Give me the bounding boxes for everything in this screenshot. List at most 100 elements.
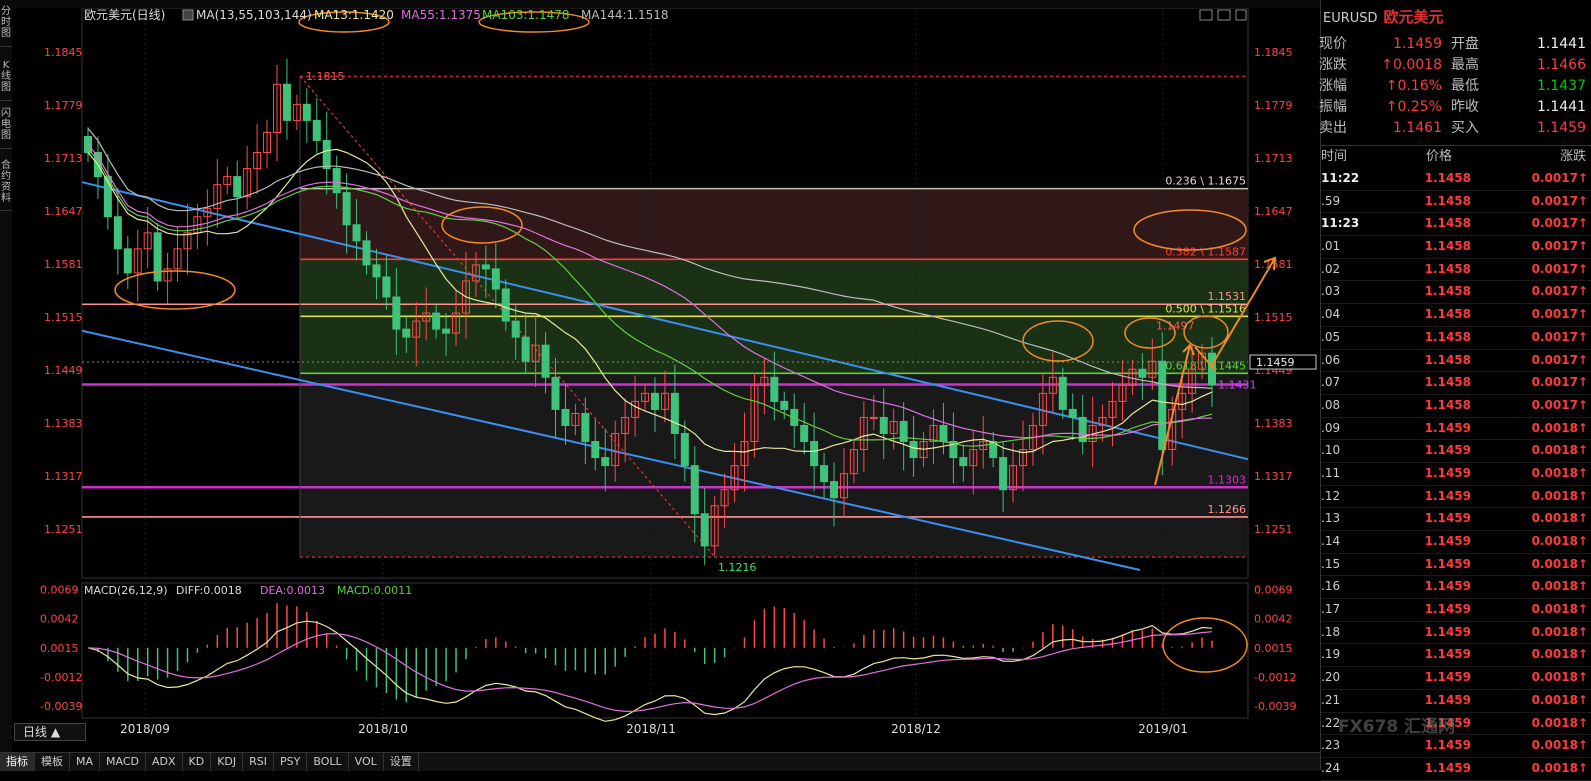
tick-time: .04	[1321, 307, 1341, 322]
tick-time: .18	[1321, 624, 1341, 639]
tab-adx[interactable]: ADX	[146, 753, 183, 771]
tick-table[interactable]: 11:22 1.1458 0.0017↑ .59 1.1458 0.0017↑ 11:23 1…	[1321, 168, 1591, 781]
top-strip	[0, 0, 1320, 8]
tick-price: 1.1459	[1424, 443, 1471, 458]
quote-label: 涨幅	[1319, 78, 1347, 94]
tick-change: 0.0018↑	[1531, 511, 1588, 526]
tick-row: .05 1.1458 0.0017↑	[1321, 327, 1591, 350]
tab-rsi[interactable]: RSI	[243, 753, 275, 771]
tab-ma[interactable]: MA	[70, 753, 101, 771]
quote-row: 涨幅 ↑0.16% 最低 1.1437	[1319, 76, 1591, 97]
quote-row: 卖出 1.1461 买入 1.1459	[1319, 118, 1591, 139]
tick-price: 1.1459	[1424, 647, 1471, 662]
price-tick-label-left: 1.1713	[44, 152, 83, 165]
tick-change: 0.0018↑	[1531, 715, 1588, 730]
quote-label: 卖出	[1319, 120, 1347, 136]
x-axis-label: 2018/12	[891, 722, 941, 736]
tick-change: 0.0018↑	[1531, 556, 1588, 571]
price-tick-label-left: 1.1383	[44, 417, 83, 430]
tick-change: 0.0017↑	[1531, 307, 1588, 322]
tab-kd[interactable]: KD	[183, 753, 212, 771]
tab-settings[interactable]: 设置	[384, 753, 419, 771]
tick-price: 1.1458	[1424, 352, 1471, 367]
tick-time: .10	[1321, 443, 1341, 458]
tick-change: 0.0018↑	[1531, 670, 1588, 685]
tab-kline[interactable]: K线图	[0, 60, 12, 101]
tab-contract-info[interactable]: 合约资料	[0, 160, 12, 211]
candle-body	[700, 513, 709, 547]
candle-body	[581, 412, 590, 443]
indicator-toolbar: 指标 模板 MA MACD ADX KD KDJ RSI PSY BOLL VO…	[0, 752, 1320, 771]
tick-change: 0.0018↑	[1531, 738, 1588, 753]
tick-price: 1.1459	[1424, 511, 1471, 526]
tick-row: .07 1.1458 0.0017↑	[1321, 372, 1591, 395]
quote-label: 最高	[1451, 57, 1479, 73]
tick-change: 0.0018↑	[1531, 488, 1588, 503]
macd-dea: DEA:0.0013	[260, 584, 325, 597]
tab-kdj[interactable]: KDJ	[211, 753, 244, 771]
quote-label: 买入	[1451, 120, 1479, 136]
tick-time: .05	[1321, 329, 1341, 344]
candle-body	[511, 320, 520, 338]
tab-boll[interactable]: BOLL	[307, 753, 349, 771]
tick-header-price: 价格	[1426, 149, 1453, 164]
macd-params: MACD(26,12,9)	[84, 584, 168, 597]
quote-value: ↑0.0018	[1381, 57, 1442, 73]
chart-canvas[interactable]: 1.1845 1.1845 1.1779 1.1779 1.1713 1.1713 1.16…	[0, 0, 1320, 770]
tick-change: 0.0018↑	[1531, 534, 1588, 548]
tick-price: 1.1459	[1424, 579, 1471, 594]
tick-price: 1.1458	[1424, 284, 1471, 299]
tab-timeshare[interactable]: 分时图	[0, 6, 12, 47]
current-price-tag-text: 1.1459	[1256, 356, 1295, 369]
tick-price: 1.1458	[1424, 397, 1471, 412]
tick-row: .04 1.1458 0.0017↑	[1321, 304, 1591, 327]
tick-change: 0.0017↑	[1531, 375, 1588, 390]
candle-body	[909, 441, 918, 459]
macd-tick-right: -0.0012	[1254, 671, 1296, 684]
price-tick-label-left: 1.1251	[44, 523, 83, 536]
price-tick-label-left: 1.1581	[44, 258, 83, 271]
fx678-watermark: FX678 汇通网	[1338, 717, 1456, 737]
tick-price: 1.1458	[1424, 193, 1471, 208]
candle-body	[551, 376, 560, 410]
macd-panel-frame	[81, 582, 1249, 719]
macd-tick-right: 0.0015	[1254, 642, 1293, 655]
tab-indicators[interactable]: 指标	[0, 753, 35, 771]
tick-row: .19 1.1459 0.0018↑	[1321, 644, 1591, 668]
header-pad	[14, 7, 76, 22]
high-annotation: 1.1815	[306, 70, 345, 83]
ma55-value: MA55:1.1375	[401, 8, 481, 22]
tick-header-time: 时间	[1321, 149, 1348, 164]
tick-change: 0.0018↑	[1531, 692, 1588, 707]
tab-psy[interactable]: PSY	[274, 753, 308, 771]
fib-level-label: 1.1266	[1208, 503, 1247, 516]
candle-body	[233, 176, 242, 198]
tab-templates[interactable]: 模板	[35, 753, 70, 771]
tab-lightning[interactable]: 闪电图	[0, 108, 12, 149]
macd-tick-right: -0.0039	[1254, 700, 1296, 713]
tick-change: 0.0017↑	[1531, 397, 1588, 412]
tab-macd[interactable]: MACD	[100, 753, 146, 771]
candle-body	[372, 264, 381, 278]
macd-tick-right: 0.0042	[1254, 613, 1293, 626]
candle-body	[999, 457, 1008, 491]
candle-body	[939, 424, 948, 443]
tick-price: 1.1458	[1424, 239, 1471, 254]
candle-body	[561, 408, 570, 426]
tick-change: 0.0017↑	[1531, 239, 1588, 254]
candle-body	[352, 224, 361, 242]
kline-chart-area[interactable]: 1.1845 1.1845 1.1779 1.1779 1.1713 1.1713 1.16…	[0, 0, 1320, 770]
tick-time: .21	[1321, 692, 1341, 707]
macd-tick-left: 0.0015	[40, 642, 79, 655]
period-selector-button[interactable]: 日线 ▲	[14, 723, 86, 741]
candle-body	[491, 268, 500, 290]
candle-body	[650, 392, 659, 410]
tick-time: .19	[1321, 647, 1341, 662]
fib-level-label: 0.236 \ 1.1675	[1165, 175, 1246, 188]
quote-value: ↑0.16%	[1385, 78, 1442, 94]
tick-time: .16	[1321, 579, 1341, 594]
tick-price: 1.1459	[1424, 465, 1471, 480]
tick-row: .20 1.1459 0.0018↑	[1321, 667, 1591, 690]
tab-vol[interactable]: VOL	[349, 753, 384, 771]
candle-body	[362, 240, 371, 266]
